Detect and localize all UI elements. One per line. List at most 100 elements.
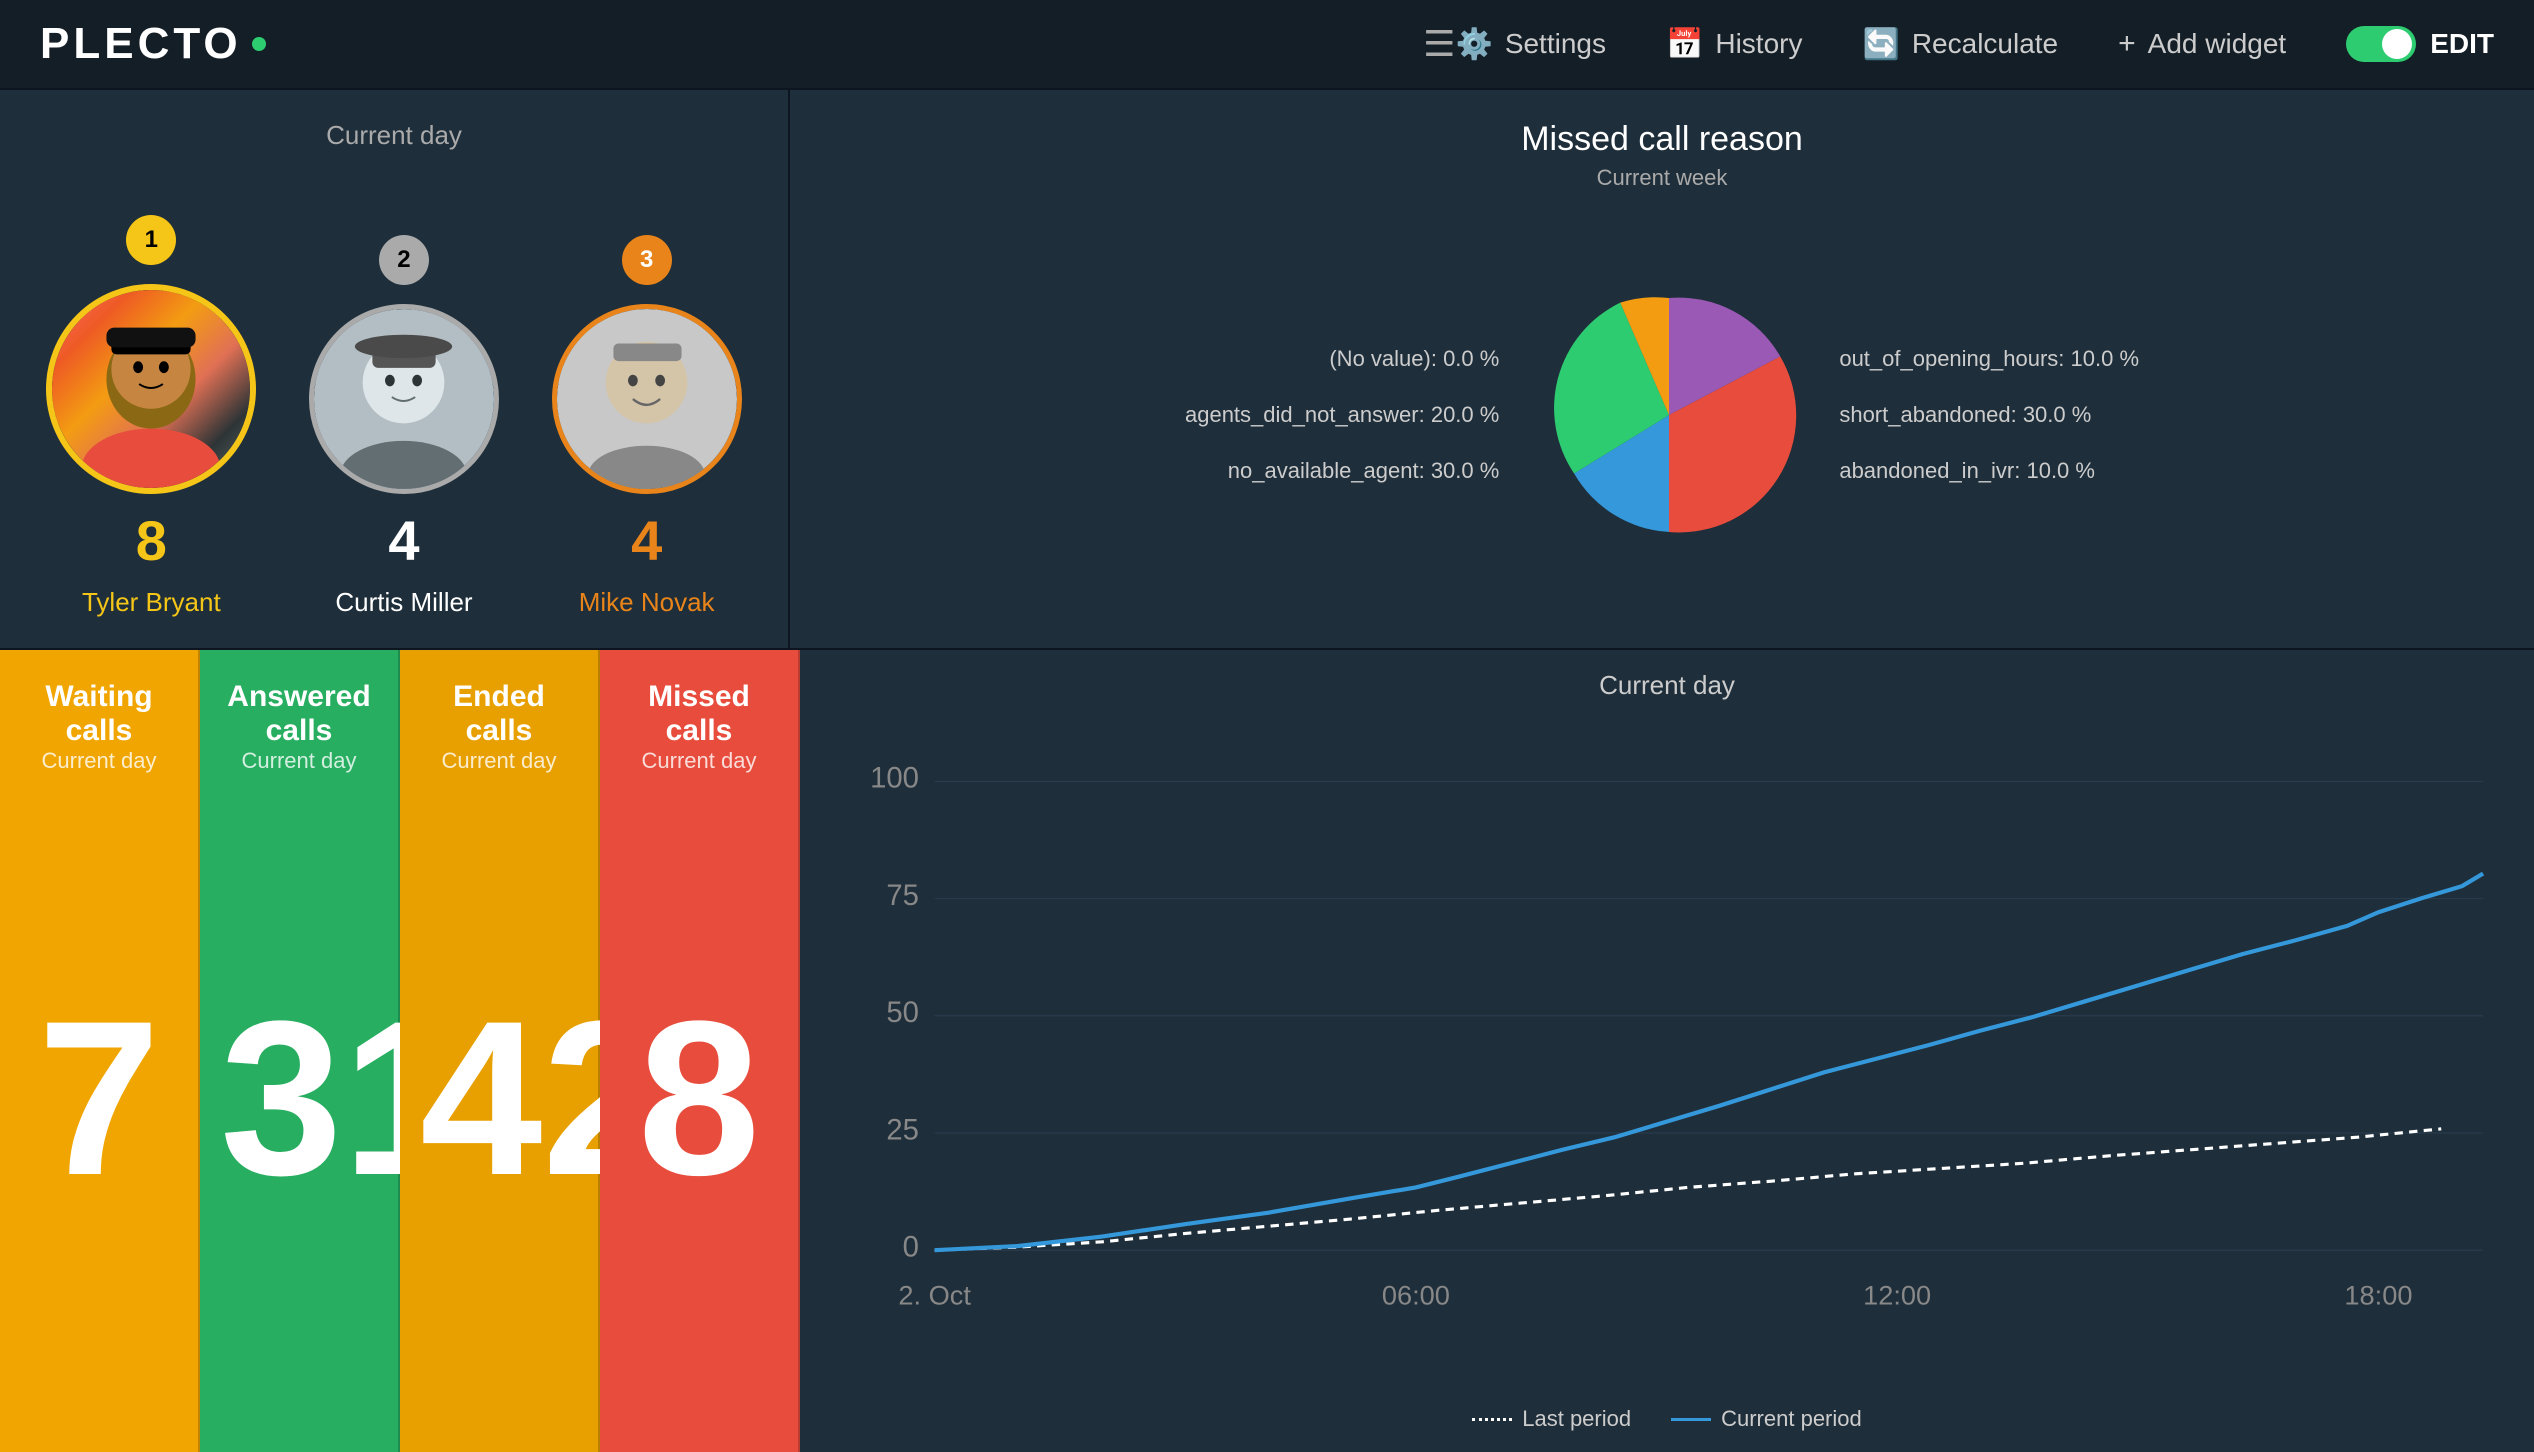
- answered-calls-card: Answered calls Current day 31: [200, 650, 400, 1452]
- svg-text:2. Oct: 2. Oct: [898, 1280, 971, 1311]
- svg-text:25: 25: [886, 1113, 919, 1146]
- toggle-knob: [2382, 29, 2412, 59]
- legend-dotted-icon: [1472, 1418, 1512, 1421]
- legend-last-period: Last period: [1472, 1406, 1631, 1432]
- waiting-calls-title: Waiting calls Current day: [20, 680, 178, 774]
- logo-icon: [252, 37, 266, 51]
- avatar-ring-2: [309, 304, 499, 494]
- svg-text:0: 0: [903, 1230, 919, 1263]
- line-chart-svg: 100 75 50 25 0 2. Oct 06:00 12:00 18:00: [830, 711, 2504, 1396]
- avatar-tyler-img: [52, 290, 250, 488]
- waiting-calls-value: 7: [38, 988, 160, 1208]
- avatar-curtis: [314, 309, 494, 489]
- legend-current-period: Current period: [1671, 1406, 1862, 1432]
- pie-label-opening: out_of_opening_hours: 10.0 %: [1839, 346, 2139, 372]
- recalculate-icon: 🔄: [1862, 27, 1899, 62]
- pie-chart-widget: Missed call reason Current week (No valu…: [790, 90, 2534, 650]
- answered-calls-title: Answered calls Current day: [220, 680, 378, 774]
- rank-badge-2: 2: [379, 235, 429, 285]
- legend-current-period-label: Current period: [1721, 1406, 1862, 1432]
- avatar-curtis-img: [314, 309, 494, 489]
- agent-score-2: 4: [388, 508, 419, 573]
- pie-labels-left: (No value): 0.0 % agents_did_not_answer:…: [1185, 346, 1499, 484]
- waiting-calls-period: Current day: [20, 748, 178, 774]
- recalculate-nav-item[interactable]: 🔄 Recalculate: [1862, 27, 2058, 62]
- main-content: Current day 1: [0, 90, 2534, 1452]
- history-nav-item[interactable]: 📅 History: [1666, 27, 1802, 62]
- ended-calls-label: Ended calls: [420, 680, 578, 748]
- pie-label-no-agent: no_available_agent: 30.0 %: [1228, 458, 1500, 484]
- edit-label: EDIT: [2430, 28, 2494, 60]
- top-row: Current day 1: [0, 90, 2534, 650]
- rank-badge-3: 3: [622, 235, 672, 285]
- leaderboard-title: Current day: [326, 120, 462, 151]
- last-period-line: [935, 1129, 2442, 1250]
- bottom-row: Waiting calls Current day 7 Answered cal…: [0, 650, 2534, 1452]
- leaderboard-widget: Current day 1: [0, 90, 790, 650]
- answered-calls-label: Answered calls: [220, 680, 378, 748]
- agent-score-3: 4: [631, 508, 662, 573]
- logo: PLECTO: [40, 19, 266, 69]
- legend-solid-icon: [1671, 1418, 1711, 1421]
- pie-chart-svg: [1539, 285, 1799, 545]
- pie-chart-svg-container: [1539, 285, 1799, 545]
- toggle-switch[interactable]: [2346, 26, 2416, 62]
- header: PLECTO ☰ ⚙️ Settings 📅 History 🔄 Recalcu…: [0, 0, 2534, 90]
- svg-text:12:00: 12:00: [1863, 1280, 1931, 1311]
- pie-chart-title: Missed call reason: [830, 120, 2494, 159]
- svg-text:18:00: 18:00: [2344, 1280, 2412, 1311]
- missed-calls-card: Missed calls Current day 8: [600, 650, 800, 1452]
- waiting-calls-label: Waiting calls: [20, 680, 178, 748]
- ended-calls-card: Ended calls Current day 42: [400, 650, 600, 1452]
- agent-name-1: Tyler Bryant: [82, 587, 221, 618]
- chart-area: 100 75 50 25 0 2. Oct 06:00 12:00 18:00: [830, 711, 2504, 1396]
- chart-legend: Last period Current period: [830, 1406, 2504, 1432]
- svg-text:75: 75: [886, 879, 919, 912]
- missed-calls-period: Current day: [620, 748, 778, 774]
- history-label: History: [1715, 28, 1802, 60]
- settings-nav-item[interactable]: ⚙️ Settings: [1455, 27, 1606, 62]
- recalculate-label: Recalculate: [1912, 28, 2058, 60]
- avatar-tyler: [52, 290, 250, 488]
- nav-items: ⚙️ Settings 📅 History 🔄 Recalculate + Ad…: [1455, 26, 2494, 62]
- logo-text: PLECTO: [40, 19, 242, 69]
- missed-calls-value: 8: [638, 988, 760, 1208]
- svg-text:06:00: 06:00: [1382, 1280, 1450, 1311]
- avatar-ring-1: [46, 284, 256, 494]
- hamburger-menu[interactable]: ☰: [1423, 23, 1455, 65]
- svg-text:50: 50: [886, 996, 919, 1029]
- missed-calls-label: Missed calls: [620, 680, 778, 748]
- agent-1: 1: [46, 215, 256, 618]
- current-period-line: [935, 874, 2483, 1251]
- avatar-mike: [557, 309, 737, 489]
- chart-title: Current day: [830, 670, 2504, 701]
- rank-badge-1: 1: [126, 215, 176, 265]
- avatar-ring-3: [552, 304, 742, 494]
- svg-text:100: 100: [870, 762, 919, 795]
- add-widget-label: Add widget: [2148, 28, 2287, 60]
- ended-calls-title: Ended calls Current day: [420, 680, 578, 774]
- avatar-mike-img: [557, 309, 737, 489]
- pie-label-short: short_abandoned: 30.0 %: [1839, 402, 2091, 428]
- waiting-calls-card: Waiting calls Current day 7: [0, 650, 200, 1452]
- agent-score-1: 8: [136, 508, 167, 573]
- history-icon: 📅: [1666, 27, 1703, 62]
- settings-label: Settings: [1505, 28, 1606, 60]
- add-icon: +: [2118, 27, 2136, 61]
- missed-calls-title: Missed calls Current day: [620, 680, 778, 774]
- answered-calls-period: Current day: [220, 748, 378, 774]
- ended-calls-period: Current day: [420, 748, 578, 774]
- agent-name-3: Mike Novak: [579, 587, 715, 618]
- pie-chart-content: (No value): 0.0 % agents_did_not_answer:…: [830, 211, 2494, 618]
- agent-3: 3: [552, 235, 742, 618]
- line-chart-widget: Current day 100 75 50 25 0 2. Oct: [800, 650, 2534, 1452]
- pie-labels-right: out_of_opening_hours: 10.0 % short_aband…: [1839, 346, 2139, 484]
- legend-last-period-label: Last period: [1522, 1406, 1631, 1432]
- pie-label-agents: agents_did_not_answer: 20.0 %: [1185, 402, 1499, 428]
- edit-toggle[interactable]: EDIT: [2346, 26, 2494, 62]
- leaderboard-agents: 1: [20, 181, 768, 618]
- pie-label-no-value: (No value): 0.0 %: [1329, 346, 1499, 372]
- agent-name-2: Curtis Miller: [335, 587, 472, 618]
- pie-chart-subtitle: Current week: [830, 165, 2494, 191]
- add-widget-nav-item[interactable]: + Add widget: [2118, 27, 2286, 61]
